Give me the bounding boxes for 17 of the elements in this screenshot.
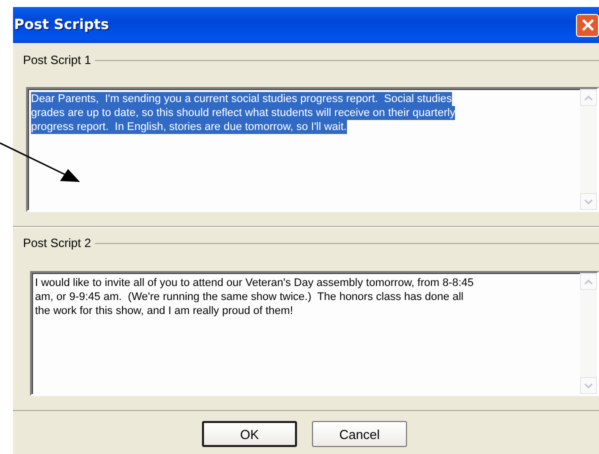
group-label: Post Script 1 bbox=[22, 53, 92, 67]
group-label: Post Script 2 bbox=[22, 236, 92, 250]
close-icon bbox=[582, 19, 594, 31]
text-line: I would like to invite all of you to attend our Veteran's Day assembly tomorrow, from 8-8:45 bbox=[35, 276, 474, 290]
close-button[interactable] bbox=[576, 14, 599, 36]
scroll-up-button[interactable] bbox=[580, 273, 597, 290]
scroll-down-button[interactable] bbox=[580, 193, 597, 210]
window-title: Post Scripts bbox=[14, 17, 109, 33]
scrollbar[interactable] bbox=[580, 273, 597, 394]
text-line: the work for this show, and I am really proud of them! bbox=[35, 304, 294, 318]
scroll-up-button[interactable] bbox=[580, 89, 597, 106]
dialog-button[interactable]: Cancel bbox=[312, 421, 407, 447]
text-line: am, or 9-9:45 am. (We're running the same show twice.) The honors class has done all bbox=[35, 290, 464, 304]
scroll-down-button[interactable] bbox=[580, 377, 597, 394]
dialog-button[interactable]: OK bbox=[202, 421, 297, 447]
text-area[interactable] bbox=[30, 271, 599, 396]
scrollbar[interactable] bbox=[580, 89, 597, 210]
